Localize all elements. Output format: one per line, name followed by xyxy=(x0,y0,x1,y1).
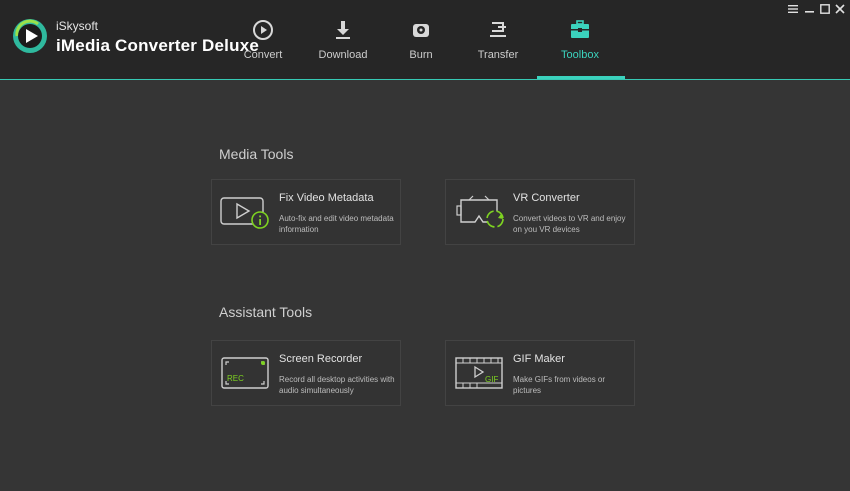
vr-converter-card[interactable]: VR Converter Convert videos to VR and en… xyxy=(445,179,635,245)
toolbox-icon xyxy=(571,20,589,38)
close-button[interactable] xyxy=(833,2,847,16)
maximize-button[interactable] xyxy=(818,2,832,16)
burn-icon xyxy=(413,24,429,37)
fix-metadata-icon xyxy=(220,197,269,229)
gif-icon-text: GIF xyxy=(485,375,498,384)
tab-burn[interactable]: Burn xyxy=(386,18,456,68)
tab-burn-label: Burn xyxy=(409,49,433,61)
card-title: GIF Maker xyxy=(513,353,565,365)
tab-convert[interactable]: Convert xyxy=(228,18,298,68)
tab-convert-label: Convert xyxy=(243,49,283,61)
tab-transfer-label: Transfer xyxy=(477,49,519,61)
maximize-icon xyxy=(820,4,830,14)
header-divider xyxy=(0,79,850,80)
transfer-icon xyxy=(490,22,506,37)
card-description: Auto-fix and edit video metadata informa… xyxy=(279,214,394,234)
tab-download[interactable]: Download xyxy=(308,18,378,68)
convert-icon xyxy=(253,20,273,40)
card-title: Screen Recorder xyxy=(279,353,363,365)
card-title: Fix Video Metadata xyxy=(279,192,374,204)
tab-toolbox-label: Toolbox xyxy=(561,49,599,61)
tab-toolbox[interactable]: Toolbox xyxy=(545,18,615,68)
assistant-tools-title: Assistant Tools xyxy=(219,304,313,320)
app-logo-icon xyxy=(13,19,47,53)
screen-recorder-card[interactable]: REC Screen Recorder Record all desktop a… xyxy=(211,340,401,406)
menu-icon xyxy=(788,5,798,13)
menu-button[interactable] xyxy=(786,2,800,16)
gif-maker-icon: GIF xyxy=(455,357,503,389)
media-tools-title: Media Tools xyxy=(219,146,294,162)
close-icon xyxy=(835,4,845,14)
minimize-button[interactable] xyxy=(803,2,817,16)
vr-converter-icon xyxy=(456,195,504,228)
card-title: VR Converter xyxy=(513,192,580,204)
rec-icon-text: REC xyxy=(227,374,244,383)
screen-recorder-icon: REC xyxy=(221,357,269,389)
tab-transfer[interactable]: Transfer xyxy=(463,18,533,68)
fix-video-metadata-card[interactable]: Fix Video Metadata Auto-fix and edit vid… xyxy=(211,179,401,245)
download-icon xyxy=(336,21,350,39)
tab-download-label: Download xyxy=(318,49,368,61)
card-description: Record all desktop activities with audio… xyxy=(279,375,395,395)
card-description: Convert videos to VR and enjoy on you VR… xyxy=(513,214,626,234)
minimize-icon xyxy=(805,11,814,13)
app-header: iSkysoft iMedia Converter Deluxe Convert… xyxy=(0,0,850,79)
gif-maker-card[interactable]: GIF GIF Maker Make GIFs from videos or p… xyxy=(445,340,635,406)
vendor-name: iSkysoft xyxy=(56,19,99,33)
card-description: Make GIFs from videos or pictures xyxy=(513,375,606,395)
